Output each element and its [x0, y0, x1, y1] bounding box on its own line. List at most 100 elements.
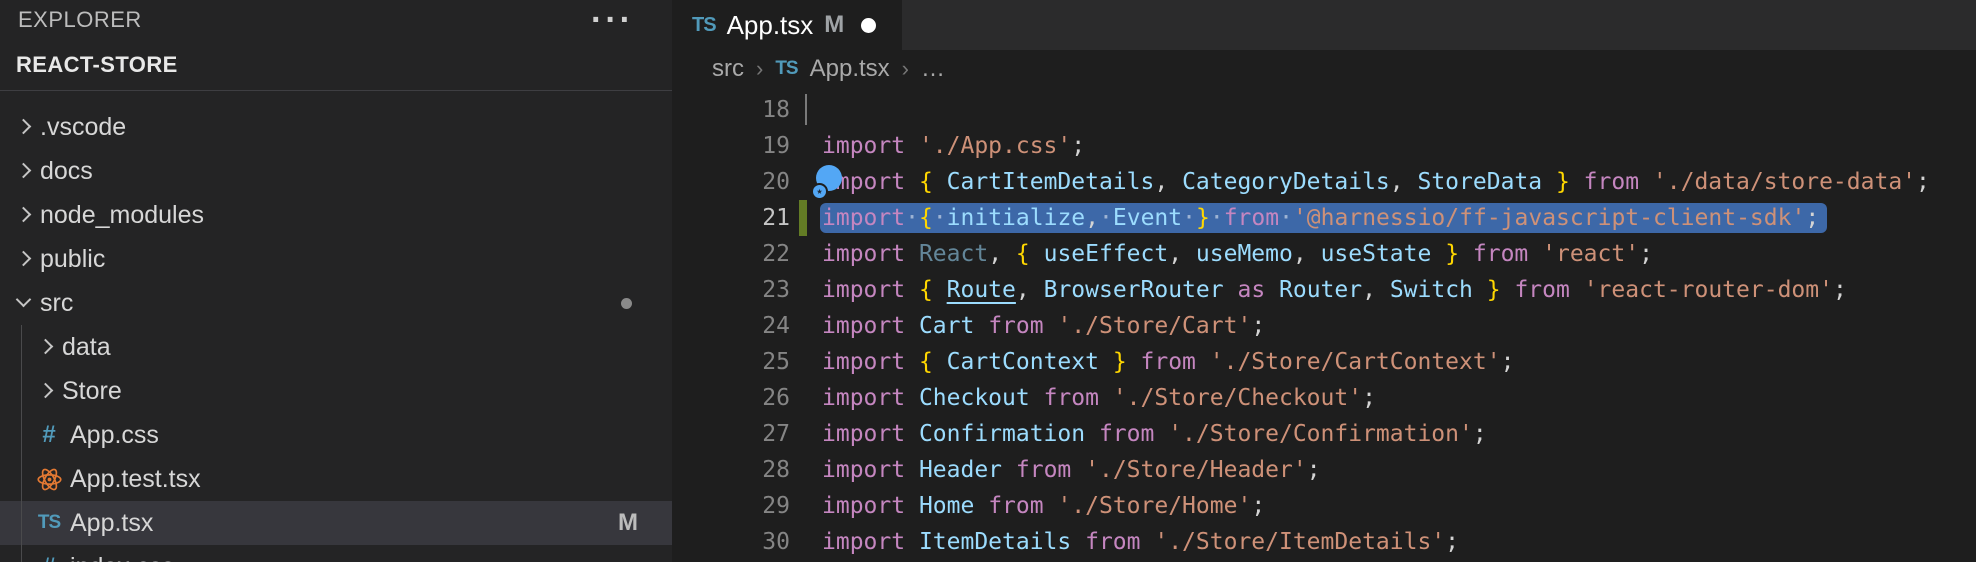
code-token: Cart	[919, 313, 988, 339]
line-text: import { Route, BrowserRouter as Router,…	[822, 272, 1847, 308]
code-token: from	[1016, 457, 1085, 483]
tab-modified-badge: M	[824, 11, 844, 39]
workspace-name: REACT-STORE	[16, 52, 178, 78]
code-token: }	[1196, 205, 1210, 231]
tree-item-label: docs	[40, 157, 93, 186]
code-line-25[interactable]: 25import { CartContext } from './Store/C…	[672, 344, 1976, 380]
tree-item-label: App.test.tsx	[70, 465, 201, 494]
code-line-18[interactable]: 18	[672, 92, 1976, 128]
line-text: import ItemDetails from './Store/ItemDet…	[822, 524, 1459, 560]
code-token: './App.css'	[919, 133, 1071, 159]
code-line-20[interactable]: 20import { CartItemDetails, CategoryDeta…	[672, 164, 1976, 200]
tree-item-label: App.css	[70, 421, 159, 450]
tree-item-label: public	[40, 245, 105, 274]
code-token: initialize	[947, 205, 1085, 231]
line-number[interactable]: 29	[672, 488, 790, 524]
tree-item-label: .vscode	[40, 113, 126, 142]
code-line-19[interactable]: 19 import './App.css';	[672, 128, 1976, 164]
line-number[interactable]: 30	[672, 524, 790, 560]
tree-item-label: data	[62, 333, 111, 362]
code-token: BrowserRouter	[1044, 277, 1238, 303]
editor-group: TS App.tsx M src›TSApp.tsx›… 1819 import …	[672, 0, 1976, 562]
sparkle-badge: ★	[811, 183, 828, 200]
code-token: from	[1473, 241, 1542, 267]
code-token: {	[919, 277, 947, 303]
tree-folder-public[interactable]: public	[0, 237, 672, 281]
file-tree: .vscode docs node_modulespublic src data Stor…	[0, 90, 672, 562]
gutter-bar-slot	[799, 272, 807, 308]
code-token: ·	[1099, 205, 1113, 231]
code-line-21[interactable]: 21import·{·initialize,·Event·}·from·'@ha…	[672, 200, 1976, 236]
gutter-bar-slot	[799, 452, 807, 488]
code-token: ;	[1805, 205, 1819, 231]
added-change-gutter-bar	[799, 200, 807, 236]
code-line-24[interactable]: 24import Cart from './Store/Cart';	[672, 308, 1976, 344]
line-number[interactable]: 26	[672, 380, 790, 416]
unsaved-dot-icon[interactable]	[861, 18, 876, 33]
tree-file-App-css[interactable]: #App.css	[0, 413, 672, 457]
line-number[interactable]: 27	[672, 416, 790, 452]
line-number[interactable]: 21	[672, 200, 790, 236]
line-text: import './App.css';	[822, 128, 1085, 164]
react-test-file-icon	[36, 466, 62, 493]
tree-folder-docs[interactable]: docs	[0, 149, 672, 193]
breadcrumb-item[interactable]: …	[921, 55, 945, 83]
code-token: ·	[933, 205, 947, 231]
code-token: {	[919, 205, 933, 231]
code-token: import	[822, 529, 919, 555]
tab-app-tsx[interactable]: TS App.tsx M	[672, 0, 902, 50]
tree-folder-data[interactable]: data	[0, 325, 672, 369]
line-number[interactable]: 22	[672, 236, 790, 272]
code-line-26[interactable]: 26import Checkout from './Store/Checkout…	[672, 380, 1976, 416]
ai-quickfix-lightbulb-icon[interactable]: ★	[813, 165, 845, 197]
code-token: './Store/Checkout'	[1113, 385, 1362, 411]
line-number[interactable]: 23	[672, 272, 790, 308]
css-file-icon: #	[36, 553, 62, 562]
tree-folder-node_modules[interactable]: node_modules	[0, 193, 672, 237]
code-token: from	[988, 493, 1057, 519]
code-token: Switch	[1390, 277, 1487, 303]
tree-folder--vscode[interactable]: .vscode	[0, 105, 672, 149]
line-number[interactable]: 24	[672, 308, 790, 344]
breadcrumb-item[interactable]: src	[712, 55, 744, 83]
line-number[interactable]: 19	[672, 128, 790, 164]
code-token: ;	[1251, 313, 1265, 339]
code-token: from	[1141, 349, 1210, 375]
line-number[interactable]: 28	[672, 452, 790, 488]
code-token: useEffect	[1044, 241, 1169, 267]
line-number[interactable]: 25	[672, 344, 790, 380]
code-token: ,	[1168, 241, 1196, 267]
line-number[interactable]: 20	[672, 164, 790, 200]
code-token: React	[919, 241, 988, 267]
breadcrumb: src›TSApp.tsx›…	[672, 50, 1976, 88]
code-line-23[interactable]: 23 import { Route, BrowserRouter as Route…	[672, 272, 1976, 308]
vscode-window: EXPLORER ··· REACT-STORE .vscode docs node…	[0, 0, 1976, 562]
workspace-section-header[interactable]: REACT-STORE	[0, 40, 672, 90]
tree-file-App-test-tsx[interactable]: App.test.tsx	[0, 457, 672, 501]
tree-folder-src[interactable]: src	[0, 281, 672, 325]
line-number[interactable]: 18	[672, 92, 790, 128]
tree-file-App-tsx[interactable]: TSApp.tsxM	[0, 501, 672, 545]
gutter-bar-slot	[799, 308, 807, 344]
code-token: ;	[1445, 529, 1459, 555]
more-actions-icon[interactable]: ···	[591, 15, 634, 25]
code-token: import	[822, 241, 919, 267]
code-token: CategoryDetails	[1182, 169, 1390, 195]
explorer-header: EXPLORER ···	[0, 0, 672, 40]
code-line-22[interactable]: 22import React, { useEffect, useMemo, us…	[672, 236, 1976, 272]
code-line-27[interactable]: 27import Confirmation from './Store/Conf…	[672, 416, 1976, 452]
gutter-bar-slot	[799, 236, 807, 272]
code-token: ,	[1293, 241, 1321, 267]
tree-file-index-css[interactable]: #index.css	[0, 545, 672, 562]
code-line-28[interactable]: 28import Header from './Store/Header';	[672, 452, 1976, 488]
code-editor[interactable]: 1819import './App.css';20import { CartIt…	[672, 88, 1976, 562]
code-token: '@harnessio/ff-javascript-client-sdk'	[1293, 205, 1805, 231]
code-token: './Store/Confirmation'	[1168, 421, 1473, 447]
git-modified-badge: M	[618, 509, 638, 537]
code-token: import	[822, 385, 919, 411]
code-line-30[interactable]: 30 import ItemDetails from './Store/ItemD…	[672, 524, 1976, 560]
code-line-29[interactable]: 29import Home from './Store/Home';	[672, 488, 1976, 524]
tree-folder-Store[interactable]: Store	[0, 369, 672, 413]
code-token: './Store/CartContext'	[1210, 349, 1501, 375]
breadcrumb-item[interactable]: App.tsx	[810, 55, 890, 83]
